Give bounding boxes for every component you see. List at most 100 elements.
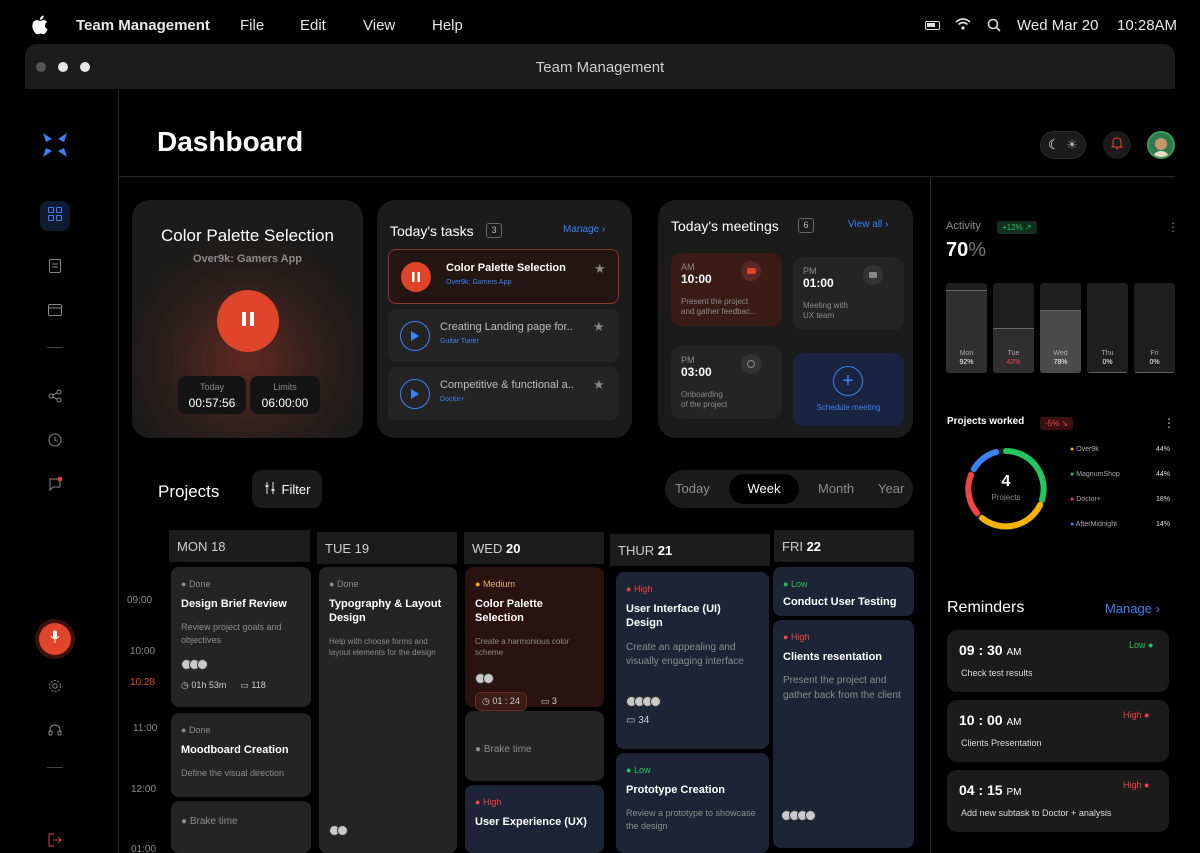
more-icon[interactable]: ⋮ <box>1167 220 1175 234</box>
reminder-time: 09 : 30 AM <box>959 642 1022 658</box>
time-label: 11:00 <box>133 723 158 734</box>
sidebar-item-history[interactable] <box>40 427 70 457</box>
range-today[interactable]: Today <box>675 481 710 496</box>
pause-icon[interactable] <box>401 262 431 292</box>
menu-view[interactable]: View <box>363 17 395 34</box>
chevron-right-icon: › <box>885 219 889 230</box>
project-card[interactable]: ● Low Conduct User Testing <box>773 567 914 616</box>
status-tag: ● Done <box>181 579 211 589</box>
task-item-1[interactable]: Color Palette Selection Over9k: Gamers A… <box>388 249 619 304</box>
range-month[interactable]: Month <box>818 481 854 496</box>
clock-icon <box>48 433 62 452</box>
bar-day: Thu <box>1101 349 1114 357</box>
plus-icon: + <box>833 366 863 396</box>
project-card[interactable]: ● High User Experience (UX) <box>465 785 604 853</box>
reminder-item[interactable]: 10 : 00 AM High ● Clients Presentation <box>947 700 1169 762</box>
reminder-item[interactable]: 09 : 30 AM Low ● Check test results <box>947 630 1169 692</box>
menu-help[interactable]: Help <box>432 17 463 34</box>
time-label: 10:00 <box>130 646 156 657</box>
play-icon[interactable] <box>400 379 430 409</box>
sidebar-item-messages[interactable] <box>40 471 70 501</box>
pause-button[interactable] <box>217 290 279 352</box>
project-card[interactable]: ● Low Prototype Creation Review a protot… <box>616 753 769 853</box>
range-week[interactable]: Week <box>729 474 799 504</box>
legend-item: ● AfterMidnight 14% <box>1070 521 1170 528</box>
task-title: Creating Landing page for.. <box>440 321 573 333</box>
play-icon[interactable] <box>400 321 430 351</box>
bar-day: Tue <box>1007 349 1020 357</box>
menu-edit[interactable]: Edit <box>300 17 326 34</box>
limits-stat: Limits 06:00:00 <box>250 376 320 414</box>
project-card[interactable]: ● Done Typography & Layout Design Help w… <box>319 567 457 853</box>
activity-bar-chart: Mon 92% Tue 42% Wed 78% Thu 0% Fri 0% <box>946 283 1175 373</box>
bar-day: Wed <box>1053 349 1068 357</box>
avatar[interactable] <box>1147 131 1175 159</box>
reminder-item[interactable]: 04 : 15 PM High ● Add new subtask to Doc… <box>947 770 1169 832</box>
sidebar-item-logout[interactable] <box>40 827 70 853</box>
card-title: User Interface (UI) Design <box>626 603 721 630</box>
meetings-view-all-link[interactable]: View all › <box>848 219 888 230</box>
sidebar-item-documents[interactable] <box>40 253 70 283</box>
timer-badge[interactable]: ◷ 01 : 24 <box>475 691 527 711</box>
sidebar-item-settings[interactable] <box>40 673 70 703</box>
activity-bar-fill <box>1087 372 1128 373</box>
more-icon[interactable]: ⋮ <box>1163 416 1175 430</box>
project-card[interactable]: ● High Clients resentation Present the p… <box>773 620 914 848</box>
reminder-time: 04 : 15 PM <box>959 782 1022 798</box>
sidebar-item-share[interactable] <box>40 383 70 413</box>
star-icon[interactable]: ★ <box>593 377 605 393</box>
meeting-item-1[interactable]: AM 10:00 Present the project and gather … <box>671 253 782 326</box>
headphones-icon <box>48 723 62 742</box>
project-card[interactable]: ● High User Interface (UI) Design Create… <box>616 572 769 749</box>
meeting-item-2[interactable]: PM 01:00 Meeting with UX team <box>793 257 904 330</box>
project-card[interactable]: ● Medium Color Palette Selection Create … <box>465 567 604 711</box>
reminders-manage-link[interactable]: Manage › <box>1105 601 1160 616</box>
projects-count-label: Projects <box>991 493 1021 502</box>
menu-app-name[interactable]: Team Management <box>76 17 210 34</box>
meeting-desc-line1: Meeting with <box>803 301 848 310</box>
card-title: Conduct User Testing <box>783 596 897 608</box>
meeting-desc-line2: and gather feedbac... <box>681 307 757 316</box>
activity-bar-label: Thu 0% <box>1087 349 1128 367</box>
sidebar-item-dashboard[interactable] <box>40 201 70 231</box>
reminder-time: 10 : 00 AM <box>959 712 1022 728</box>
range-year[interactable]: Year <box>878 481 904 496</box>
projects-count: 4 <box>1001 473 1011 490</box>
sidebar-item-calendar[interactable] <box>40 297 70 327</box>
task-title: Competitive & functional a.. <box>440 379 574 391</box>
activity-value: 70% <box>946 239 987 261</box>
meeting-item-3[interactable]: PM 03:00 Onboarding of the project <box>671 346 782 419</box>
task-title: Color Palette Selection <box>446 262 566 274</box>
battery-icon[interactable] <box>925 21 940 30</box>
break-card: ● Brake time <box>465 711 604 781</box>
priority-badge: High ● <box>1123 710 1150 720</box>
limits-value: 06:00:00 <box>261 396 309 410</box>
status-tag: ● Low <box>783 579 808 589</box>
project-card[interactable]: ● Done Moodboard Creation Define the vis… <box>171 713 311 797</box>
today-stat: Today 00:57:56 <box>178 376 246 414</box>
search-icon[interactable] <box>987 18 1001 37</box>
theme-toggle[interactable]: ☾ ☀ <box>1040 131 1086 159</box>
schedule-meeting-button[interactable]: + Schedule meeting <box>793 353 904 426</box>
menu-date: Wed Mar 20 <box>1017 17 1099 34</box>
tasks-manage-link[interactable]: Manage › <box>563 224 605 235</box>
filter-button[interactable]: Filter <box>252 470 322 508</box>
sidebar-item-support[interactable] <box>40 717 70 747</box>
task-item-2[interactable]: Creating Landing page for.. Guitar Tuner… <box>388 309 619 362</box>
wifi-icon[interactable] <box>955 17 971 36</box>
star-icon[interactable]: ★ <box>593 319 605 335</box>
day-header-fri: FRI 22 <box>774 530 914 562</box>
microphone-button[interactable] <box>39 623 71 655</box>
bar-day: Mon <box>959 349 974 357</box>
apple-icon[interactable] <box>30 14 52 36</box>
sidebar <box>25 89 119 853</box>
notifications-button[interactable] <box>1103 131 1131 159</box>
time-label: 09:00 <box>127 595 153 606</box>
assignee-avatars <box>181 659 301 671</box>
menu-file[interactable]: File <box>240 17 264 34</box>
task-item-3[interactable]: Competitive & functional a.. Doctor+ ★ <box>388 367 619 420</box>
activity-bar-label: Mon 92% <box>946 349 987 367</box>
project-card[interactable]: ● Done Design Brief Review Review projec… <box>171 567 311 707</box>
star-icon[interactable]: ★ <box>594 261 606 277</box>
bar-pct: 78% <box>1053 358 1068 366</box>
